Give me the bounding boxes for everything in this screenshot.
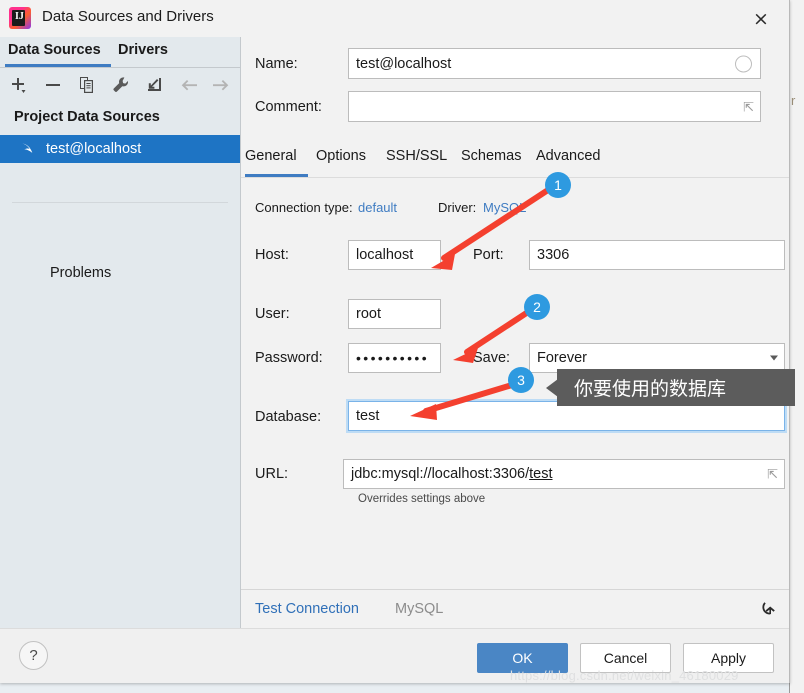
wrench-icon[interactable] bbox=[108, 72, 134, 97]
title-bar: IJ Data Sources and Drivers × bbox=[0, 0, 789, 37]
tab-general[interactable]: General bbox=[245, 148, 297, 164]
intellij-idea-icon: IJ bbox=[9, 7, 31, 29]
cancel-button[interactable]: Cancel bbox=[580, 643, 671, 673]
sidebar-tabs: Data Sources Drivers bbox=[0, 37, 241, 68]
close-icon[interactable]: × bbox=[749, 7, 773, 31]
tab-ssh-ssl[interactable]: SSH/SSL bbox=[386, 148, 447, 164]
data-sources-dialog: IJ Data Sources and Drivers × Data Sourc… bbox=[0, 0, 790, 683]
detail-pane bbox=[241, 37, 789, 628]
help-button[interactable]: ? bbox=[19, 641, 48, 670]
sidebar-divider bbox=[12, 202, 228, 203]
database-input-value: test bbox=[356, 408, 380, 424]
duplicate-icon[interactable] bbox=[74, 72, 100, 97]
name-input-value: test@localhost bbox=[356, 55, 452, 72]
color-swatch-icon[interactable] bbox=[735, 55, 752, 72]
dialog-button-bar: ? OK Cancel Apply bbox=[0, 628, 789, 683]
user-label: User: bbox=[255, 306, 290, 322]
sidebar-toolbar bbox=[0, 68, 241, 101]
port-label: Port: bbox=[473, 247, 504, 263]
url-database: test bbox=[529, 466, 553, 482]
expand-icon[interactable]: ⇱ bbox=[743, 100, 754, 113]
password-input-value: •••••••••• bbox=[356, 350, 430, 366]
url-prefix: jdbc:mysql://localhost:3306/ bbox=[351, 466, 530, 482]
detail-pane-footer: Test Connection MySQL bbox=[241, 589, 789, 628]
save-label: Save: bbox=[473, 350, 511, 366]
section-title-project-data-sources: Project Data Sources bbox=[14, 109, 160, 125]
host-input-value: localhost bbox=[356, 247, 414, 263]
tab-advanced[interactable]: Advanced bbox=[536, 148, 601, 164]
save-combobox[interactable]: Forever bbox=[529, 343, 785, 373]
url-input-value: jdbc:mysql://localhost:3306/test bbox=[351, 466, 553, 482]
user-input[interactable]: root bbox=[348, 299, 441, 329]
name-label: Name: bbox=[255, 56, 298, 72]
password-label: Password: bbox=[255, 350, 323, 366]
apply-button[interactable]: Apply bbox=[683, 643, 774, 673]
sidebar-tab-drivers[interactable]: Drivers bbox=[118, 42, 168, 58]
user-input-value: root bbox=[356, 306, 381, 322]
sidebar-tab-data-sources[interactable]: Data Sources bbox=[8, 42, 101, 58]
url-input[interactable]: jdbc:mysql://localhost:3306/test ⇱ bbox=[343, 459, 785, 489]
host-input[interactable]: localhost bbox=[348, 240, 441, 270]
driver-value[interactable]: MySQL bbox=[483, 200, 526, 215]
ok-button[interactable]: OK bbox=[477, 643, 568, 673]
back-arrow-icon[interactable] bbox=[177, 72, 203, 97]
connection-type-value[interactable]: default bbox=[358, 200, 397, 215]
name-input[interactable]: test@localhost bbox=[348, 48, 761, 79]
revert-icon[interactable] bbox=[758, 599, 777, 623]
host-label: Host: bbox=[255, 247, 289, 263]
sidebar-tab-indicator bbox=[5, 64, 111, 67]
test-connection-link[interactable]: Test Connection bbox=[255, 601, 359, 617]
chevron-down-icon[interactable] bbox=[770, 355, 778, 361]
driver-label: Driver: bbox=[438, 200, 477, 215]
save-combobox-value: Forever bbox=[537, 350, 587, 366]
background-window-text: r bbox=[791, 93, 796, 108]
tabs-divider bbox=[241, 177, 789, 178]
comment-input[interactable]: ⇱ bbox=[348, 91, 761, 122]
add-icon[interactable] bbox=[6, 72, 32, 97]
connection-type-label: Connection type: bbox=[255, 200, 353, 215]
import-icon[interactable] bbox=[142, 72, 168, 97]
url-expand-icon[interactable]: ⇱ bbox=[767, 468, 778, 481]
url-hint: Overrides settings above bbox=[358, 493, 486, 505]
sidebar: Data Sources Drivers Project Data Source… bbox=[0, 37, 241, 628]
port-input[interactable]: 3306 bbox=[529, 240, 785, 270]
comment-label: Comment: bbox=[255, 99, 322, 115]
mysql-dolphin-icon bbox=[20, 140, 38, 158]
tab-options[interactable]: Options bbox=[316, 148, 366, 164]
remove-icon[interactable] bbox=[40, 72, 66, 97]
problems-label: Problems bbox=[50, 265, 112, 281]
forward-arrow-icon[interactable] bbox=[207, 72, 233, 97]
port-input-value: 3306 bbox=[537, 247, 570, 263]
window-title: Data Sources and Drivers bbox=[42, 8, 214, 25]
url-label: URL: bbox=[255, 466, 289, 482]
password-input[interactable]: •••••••••• bbox=[348, 343, 441, 373]
driver-note: MySQL bbox=[395, 601, 444, 617]
list-item-label: test@localhost bbox=[46, 141, 142, 157]
tab-schemas[interactable]: Schemas bbox=[461, 148, 521, 164]
database-input[interactable]: test bbox=[348, 401, 785, 431]
list-item-data-source[interactable]: test@localhost bbox=[0, 135, 240, 163]
screen-root: r IJ Data Sources and Drivers × Data Sou… bbox=[0, 0, 804, 693]
database-label: Database: bbox=[255, 409, 322, 425]
